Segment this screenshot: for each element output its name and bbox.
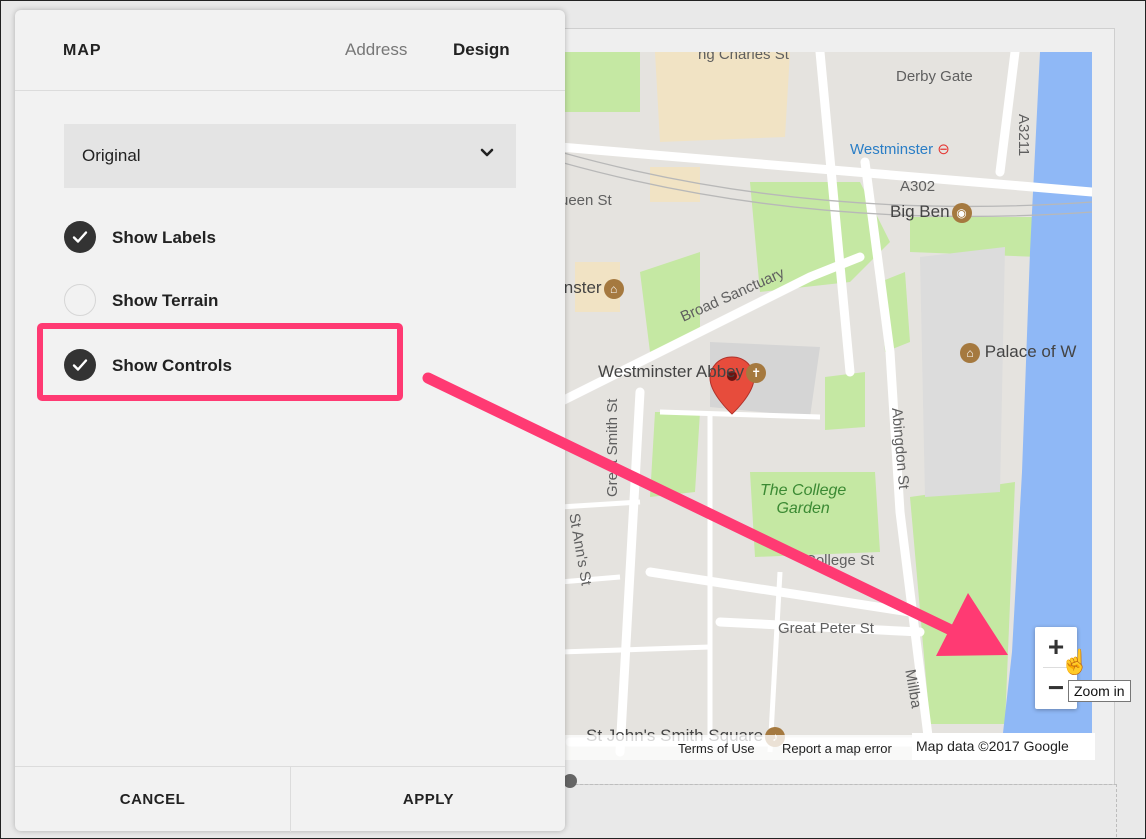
terms-of-use-link[interactable]: Terms of Use <box>678 741 755 756</box>
hand-cursor-icon: ☝ <box>1060 649 1090 676</box>
map-label-charles-st: ng Charles St <box>698 52 789 63</box>
map-tiles <box>560 52 1092 760</box>
map-label-derby-gate: Derby Gate <box>896 68 973 85</box>
show-terrain-label: Show Terrain <box>112 291 219 310</box>
map-preview[interactable]: ng Charles St Derby Gate Westminster ⊖ A… <box>560 52 1092 760</box>
map-label-westminster-partial: inster ⌂ <box>560 278 624 299</box>
show-terrain-checkbox[interactable] <box>64 284 96 316</box>
show-terrain-option[interactable]: Show Terrain <box>64 284 284 318</box>
map-label-queen-st: ueen St <box>560 192 612 209</box>
church-icon: ✝ <box>746 362 767 383</box>
show-labels-checkbox[interactable] <box>64 221 96 253</box>
show-labels-label: Show Labels <box>112 228 216 247</box>
report-map-error-link[interactable]: Report a map error <box>782 741 892 756</box>
zoom-in-tooltip: Zoom in <box>1068 680 1131 702</box>
block-guide-lines <box>560 784 1117 837</box>
map-label-westminster-station: Westminster ⊖ <box>850 141 950 158</box>
camera-icon: ◉ <box>951 202 972 223</box>
show-controls-highlight <box>37 323 403 401</box>
panel-title: MAP <box>63 42 102 59</box>
checkmark-icon <box>72 231 88 243</box>
map-data-attribution: Map data ©2017 Google <box>912 733 1095 760</box>
museum-icon: ⌂ <box>960 342 980 363</box>
map-label-a3211: A3211 <box>1015 114 1032 157</box>
map-label-palace: ⌂ Palace of W <box>958 342 1076 363</box>
panel-footer: CANCEL APPLY <box>15 766 565 832</box>
chevron-down-icon <box>480 148 494 157</box>
map-label-big-ben: Big Ben ◉ <box>890 202 972 223</box>
apply-button[interactable]: APPLY <box>291 767 566 832</box>
map-style-select[interactable]: Original <box>64 124 516 188</box>
tab-design[interactable]: Design <box>453 40 510 60</box>
map-label-westminster-abbey: Westminster Abbey ✝ <box>598 362 767 383</box>
panel-header: MAP Address Design <box>15 10 565 91</box>
map-label-great-smith-st: Great Smith St <box>604 398 621 497</box>
cancel-button[interactable]: CANCEL <box>15 767 290 832</box>
map-label-college-st: College St <box>805 552 875 569</box>
map-label-a302: A302 <box>900 178 936 195</box>
map-style-value: Original <box>82 146 141 165</box>
map-label-great-peter-st: Great Peter St <box>778 620 874 637</box>
map-label-college-garden: The College Garden <box>760 482 847 517</box>
tab-address[interactable]: Address <box>345 40 407 60</box>
show-labels-option[interactable]: Show Labels <box>64 221 284 255</box>
map-settings-panel: MAP Address Design Original Show Labels … <box>15 10 565 832</box>
landmark-icon: ⌂ <box>603 278 624 299</box>
